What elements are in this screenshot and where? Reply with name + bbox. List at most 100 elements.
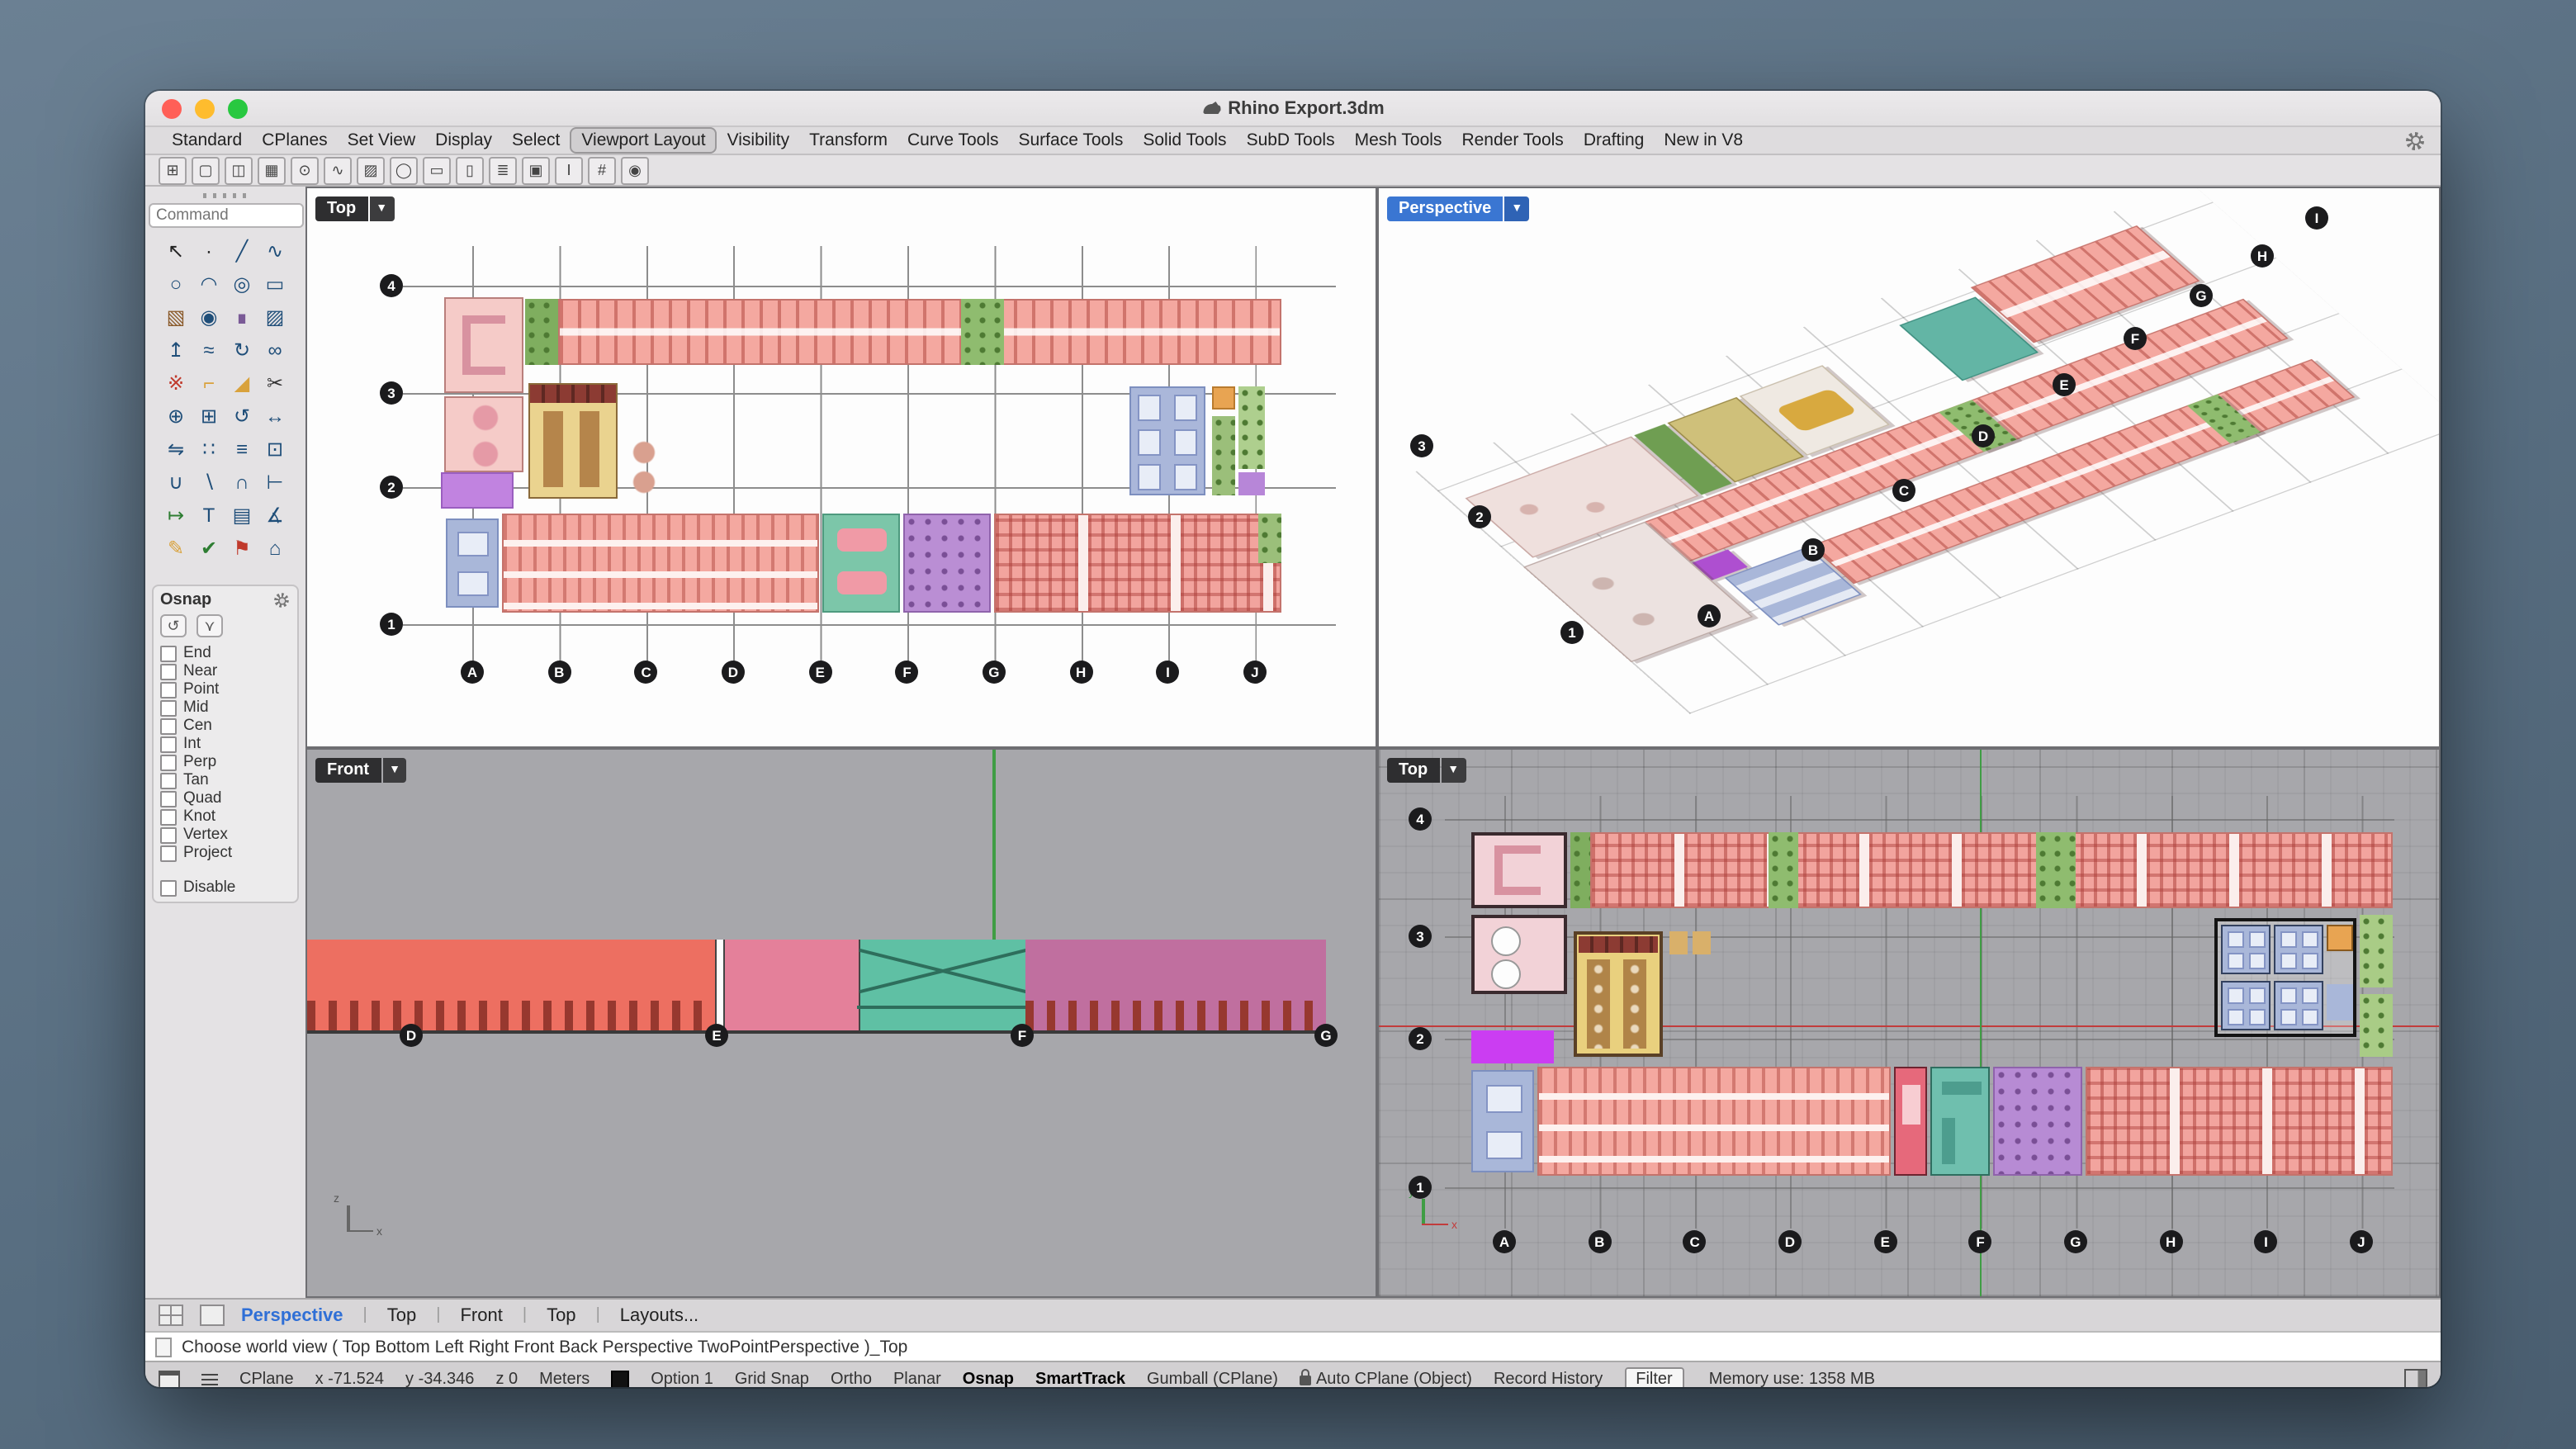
palette-drag-handle[interactable] — [202, 193, 249, 198]
viewport-tab[interactable]: Layouts... — [576, 1305, 699, 1325]
checkbox[interactable] — [160, 681, 177, 698]
tool-icon[interactable]: ∷ — [192, 433, 225, 466]
tool-icon[interactable]: ╱ — [225, 234, 258, 268]
units-selector[interactable]: Meters — [539, 1370, 590, 1387]
toolbar-icon[interactable]: ◫ — [225, 156, 253, 184]
tool-icon[interactable]: ∪ — [159, 466, 192, 499]
new-viewport-icon[interactable] — [200, 1305, 225, 1326]
menu-item[interactable]: SubD Tools — [1237, 129, 1345, 152]
panel-toggle-icon[interactable] — [2404, 1369, 2427, 1387]
tool-icon[interactable]: ○ — [159, 268, 192, 301]
checkbox[interactable] — [160, 826, 177, 843]
viewport-title-top-2[interactable]: Top▼ — [1387, 758, 1466, 783]
tool-icon[interactable]: ⊡ — [258, 433, 291, 466]
tool-icon[interactable]: T — [192, 499, 225, 532]
toolbar-icon[interactable]: ▦ — [258, 156, 286, 184]
osnap-option[interactable]: Project — [160, 844, 291, 862]
viewport-tab[interactable]: Top — [503, 1305, 576, 1325]
checkbox[interactable] — [160, 790, 177, 807]
menu-item[interactable]: CPlanes — [252, 129, 337, 152]
command-history-icon[interactable] — [155, 1337, 172, 1357]
layer-selector[interactable]: Option 1 — [651, 1370, 713, 1387]
tool-icon[interactable]: ≈ — [192, 334, 225, 367]
window-grid-icon[interactable] — [159, 1370, 180, 1387]
tool-icon[interactable]: ⊕ — [159, 400, 192, 433]
tool-icon[interactable]: ▤ — [225, 499, 258, 532]
command-input[interactable] — [148, 203, 303, 228]
checkbox[interactable] — [160, 736, 177, 752]
checkbox[interactable] — [160, 879, 177, 896]
osnap-option[interactable]: Knot — [160, 807, 291, 826]
osnap-option[interactable]: Quad — [160, 789, 291, 807]
toolbar-icon[interactable]: ≣ — [489, 156, 517, 184]
toolbar-icon[interactable]: ▭ — [423, 156, 451, 184]
menu-item[interactable]: Visibility — [717, 129, 799, 152]
tool-icon[interactable]: ↔ — [258, 400, 291, 433]
tool-icon[interactable]: ▭ — [258, 268, 291, 301]
viewport-front[interactable]: Front▼ DEFG zx — [307, 750, 1376, 1296]
tool-icon[interactable]: ◉ — [192, 301, 225, 334]
osnap-option[interactable]: Tan — [160, 771, 291, 789]
tool-icon[interactable]: ↥ — [159, 334, 192, 367]
menu-item[interactable]: Standard — [162, 129, 252, 152]
toolbar-icon[interactable]: ⊙ — [291, 156, 319, 184]
tool-icon[interactable]: ▨ — [258, 301, 291, 334]
chevron-down-icon[interactable]: ▼ — [369, 197, 394, 221]
viewport-title-top[interactable]: Top▼ — [315, 197, 394, 221]
status-toggle[interactable]: Record History — [1494, 1370, 1603, 1387]
tool-icon[interactable]: ※ — [159, 367, 192, 400]
toolbar-icon[interactable]: ▯ — [456, 156, 484, 184]
menu-item[interactable]: Display — [425, 129, 502, 152]
osnap-option[interactable]: End — [160, 644, 291, 662]
menu-item[interactable]: Transform — [799, 129, 897, 152]
tool-icon[interactable]: ⊞ — [192, 400, 225, 433]
toolbar-icon[interactable]: ⊞ — [159, 156, 187, 184]
toolbar-icon[interactable]: ∿ — [324, 156, 352, 184]
tool-icon[interactable]: ⌂ — [258, 532, 291, 565]
osnap-option[interactable]: Int — [160, 735, 291, 753]
menu-item[interactable]: Drafting — [1574, 129, 1655, 152]
viewport-top-zoom[interactable]: Top▼ — [1379, 750, 2439, 1296]
tool-icon[interactable]: ↖ — [159, 234, 192, 268]
tool-icon[interactable]: ∩ — [225, 466, 258, 499]
checkbox[interactable] — [160, 772, 177, 788]
viewport-tab[interactable]: Perspective — [241, 1305, 343, 1325]
command-history-bar[interactable]: Choose world view ( Top Bottom Left Righ… — [145, 1331, 2441, 1361]
toolbar-icon[interactable]: Ⅰ — [555, 156, 583, 184]
tool-icon[interactable]: ✔ — [192, 532, 225, 565]
menu-item[interactable]: Viewport Layout — [570, 127, 717, 154]
tool-icon[interactable]: ◎ — [225, 268, 258, 301]
toolbar-icon[interactable]: ▣ — [522, 156, 550, 184]
osnap-filter-icon[interactable]: ⋎ — [197, 614, 223, 637]
tool-icon[interactable]: ⇋ — [159, 433, 192, 466]
viewport-tab[interactable]: Front — [416, 1305, 503, 1325]
tool-icon[interactable]: ◢ — [225, 367, 258, 400]
viewport-perspective[interactable]: Perspective▼ — [1379, 188, 2439, 746]
tool-icon[interactable]: ∡ — [258, 499, 291, 532]
menu-item[interactable]: Curve Tools — [897, 129, 1009, 152]
layer-color-swatch[interactable] — [611, 1370, 629, 1387]
toolbar-icon[interactable]: ▢ — [192, 156, 220, 184]
menu-item[interactable]: New in V8 — [1654, 129, 1753, 152]
menu-item[interactable]: Set View — [338, 129, 426, 152]
viewport-title-front[interactable]: Front▼ — [315, 758, 407, 783]
tool-icon[interactable]: ≡ — [225, 433, 258, 466]
viewport-title-perspective[interactable]: Perspective▼ — [1387, 197, 1529, 221]
tool-icon[interactable]: ✎ — [159, 532, 192, 565]
chevron-down-icon[interactable]: ▼ — [1441, 758, 1466, 783]
checkbox[interactable] — [160, 717, 177, 734]
osnap-option[interactable]: Point — [160, 680, 291, 698]
tool-icon[interactable]: ⚑ — [225, 532, 258, 565]
checkbox[interactable] — [160, 645, 177, 661]
status-toggle[interactable]: Ortho — [831, 1370, 872, 1387]
tool-icon[interactable]: ⌐ — [192, 367, 225, 400]
chevron-down-icon[interactable]: ▼ — [1504, 197, 1529, 221]
tool-icon[interactable]: ⊢ — [258, 466, 291, 499]
osnap-option[interactable]: Near — [160, 662, 291, 680]
menu-item[interactable]: Mesh Tools — [1345, 129, 1452, 152]
tool-icon[interactable]: ✂ — [258, 367, 291, 400]
menu-item[interactable]: Render Tools — [1451, 129, 1573, 152]
status-toggle[interactable]: Gumball (CPlane) — [1147, 1370, 1278, 1387]
osnap-undo-icon[interactable]: ↺ — [160, 614, 187, 637]
checkbox[interactable] — [160, 699, 177, 716]
